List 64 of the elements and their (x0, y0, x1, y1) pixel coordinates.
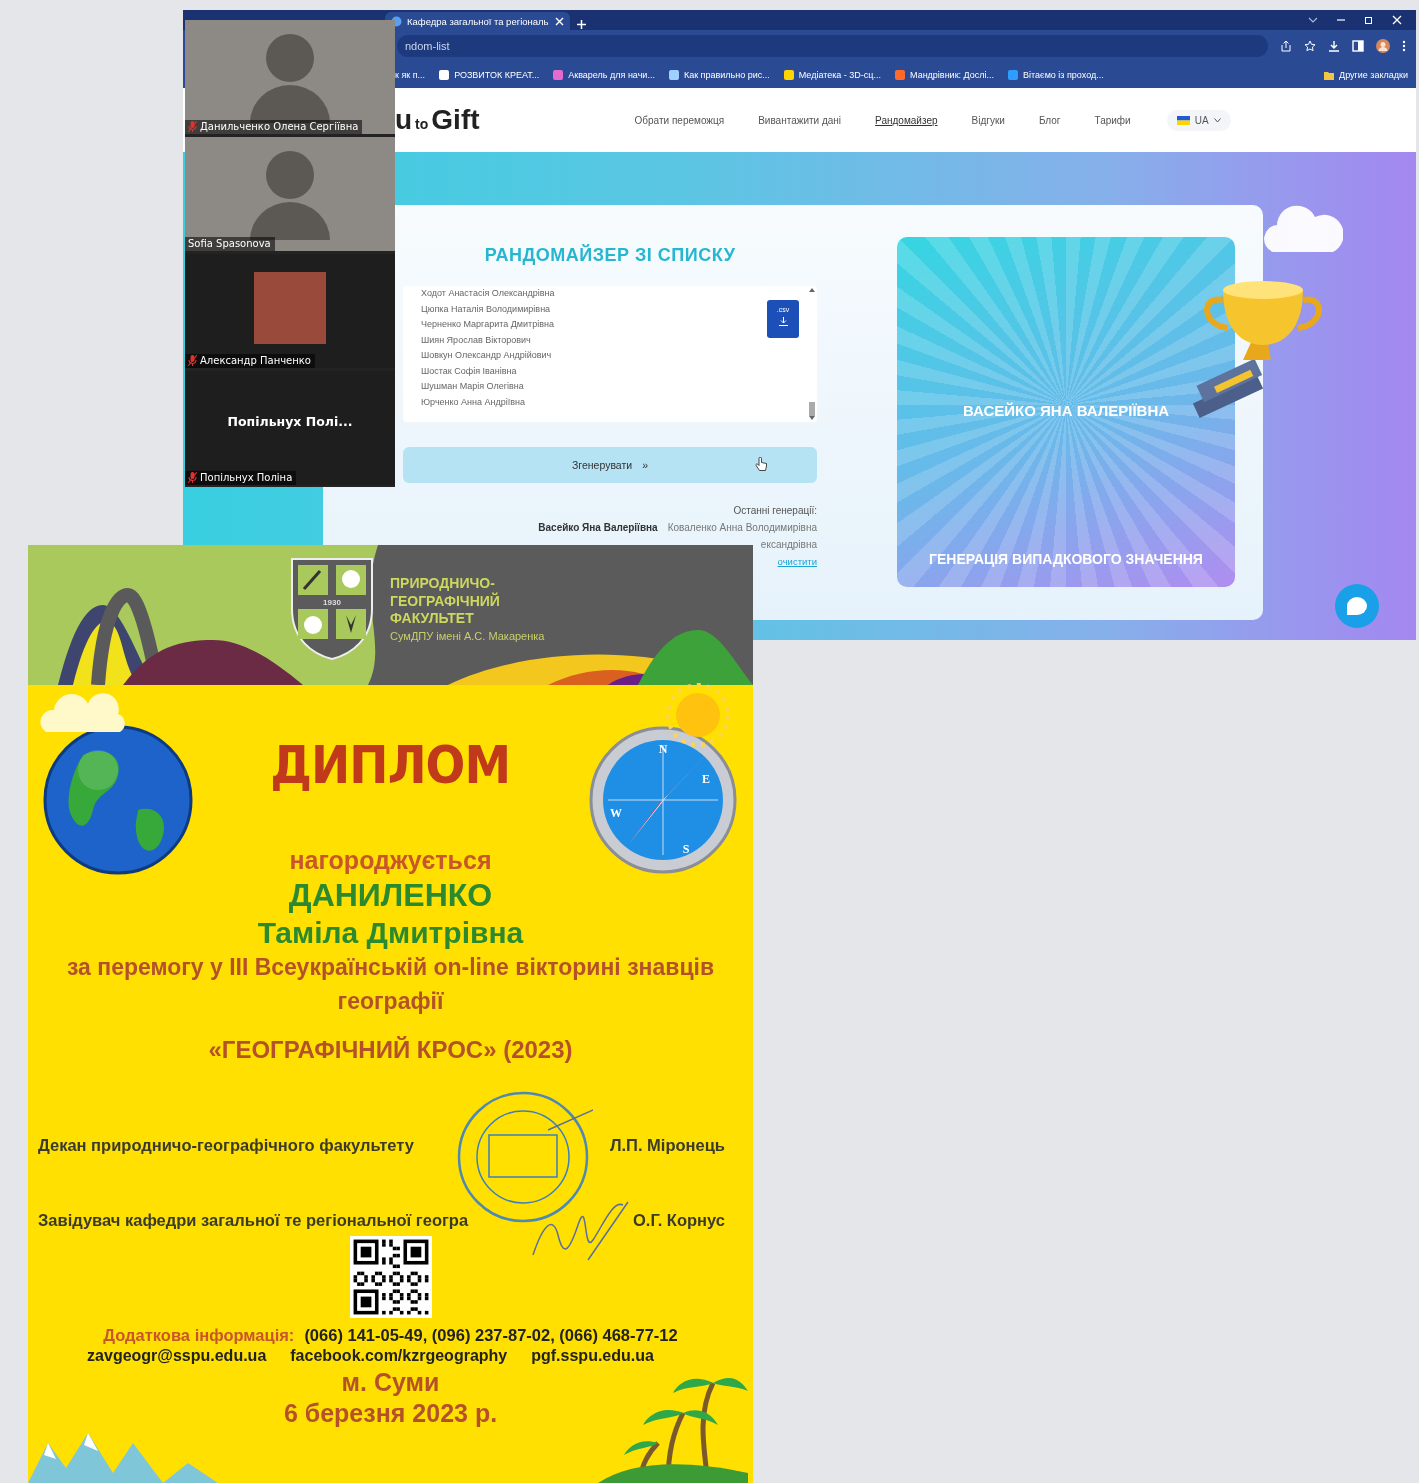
list-entry: Шиян Ярослав Вікторович (421, 333, 531, 347)
language-selector[interactable]: UA (1166, 109, 1231, 131)
signatory-name: Л.П. Міронець (609, 1136, 725, 1155)
bookmark[interactable]: к як п... (395, 70, 426, 80)
award-reason: за перемогу у ІІІ Всеукраїнській on-line вікторині знавців географії (65, 953, 716, 1016)
generate-button[interactable]: Згенерувати » (403, 447, 817, 483)
logo-text: to (415, 116, 429, 132)
diploma-title: ДИПЛОМ (270, 735, 511, 795)
bookmark[interactable]: РОЗВИТОК КРЕАТ... (439, 70, 540, 80)
university-name: СумДПУ імені А.С. Макаренка (390, 628, 545, 644)
recent-name: Васейко Яна Валеріївна (538, 522, 658, 533)
signatory-role: Завідувач кафедри загальної те регіональної геогра (38, 1211, 469, 1230)
logo-text: u (395, 104, 413, 136)
nav-link[interactable]: Блог (1038, 114, 1061, 126)
bookmark-folder[interactable]: Другие закладки (1324, 70, 1416, 80)
participant-name: Данильченко Олена Сергіївна (185, 120, 363, 134)
event-name: «ГЕОГРАФІЧНИЙ КРОС» (2023) (207, 1036, 574, 1064)
contacts-label: Додаткова інформація: (103, 1326, 295, 1345)
recent-label: Останні генерації: (733, 505, 817, 516)
nav-link[interactable]: Тарифи (1094, 114, 1131, 126)
city: м. Суми (340, 1369, 441, 1396)
bookmark[interactable]: Вітаємо із проход... (1008, 70, 1104, 80)
participant-name: Sofia Spasonova (185, 237, 275, 251)
faculty-name-line: ГЕОГРАФІЧНИЙ (390, 592, 501, 610)
awarded-line: нагороджується (289, 846, 492, 875)
address-bar[interactable]: ndom-list (397, 35, 1268, 57)
section-title: РАНДОМАЙЗЕР ЗІ СПИСКУ (483, 245, 737, 266)
participant-display-name: Попільнух Полі... (227, 413, 353, 429)
list-entry: Цюпка Наталія Володимирівна (421, 302, 551, 316)
participant-name: Александр Панченко (185, 354, 315, 368)
recent-name: ександрівна (760, 539, 817, 550)
compass-letter: E (702, 772, 710, 786)
recent-name: Коваленко Анна Володимирівна (667, 522, 817, 533)
crest-year: 1930 (323, 598, 341, 607)
phone-numbers: (066) 141-05-49, (096) 237-87-02, (066) 468-77-12 (304, 1326, 678, 1345)
faculty-name-line: ПРИРОДНИЧО- (390, 575, 496, 592)
list-entry: Шостак Софія Іванівна (421, 364, 517, 378)
nav-link[interactable]: Обрати переможця (634, 114, 725, 126)
signatory-role: Декан природничо-географічного факультету (38, 1136, 414, 1155)
list-entry: Юрченко Анна Андріївна (421, 395, 526, 409)
bookmark[interactable]: Как правильно рис... (668, 70, 770, 80)
bookmark[interactable]: Акварель для начи... (553, 70, 655, 80)
nav-link[interactable]: Вивантажити дані (758, 114, 842, 126)
award-date: 6 березня 2023 р. (282, 1400, 499, 1427)
faculty-name-line: ФАКУЛЬТЕТ (390, 610, 475, 628)
winner-name: ВАСЕЙКО ЯНА ВАЛЕРІЇВНА (962, 402, 1170, 419)
nav-link[interactable]: Рандомайзер (875, 114, 938, 126)
list-entry: Черненко Маргарита Дмитрівна (421, 318, 554, 331)
compass-letter: N (658, 742, 668, 756)
nav-link[interactable]: Відгуки (971, 114, 1005, 126)
recipient-surname: ДАНИЛЕНКО (287, 877, 494, 914)
browser-tab[interactable]: Кафедра загальної та регіональ (385, 12, 570, 30)
list-entry: Шушман Марія Олегівна (421, 380, 524, 393)
compass-letter: S (682, 842, 690, 856)
signatory-name: О.Г. Корнус (633, 1211, 725, 1230)
participant-name: Попільнух Поліна (185, 471, 297, 485)
bookmark[interactable]: Медіатека - 3D-сц... (783, 70, 882, 80)
recipient-given-names: Таміла Дмитрівна (256, 916, 525, 950)
logo-text: Gift (431, 104, 480, 136)
list-entry: Ходот Анастасія Олександрівна (421, 287, 555, 300)
compass-letter: W (610, 806, 622, 820)
list-entry: Шовкун Олександр Андрійович (421, 349, 552, 362)
bookmark[interactable]: Мандрівник: Дослі... (895, 70, 995, 80)
result-caption: ГЕНЕРАЦІЯ ВИПАДКОВОГО ЗНАЧЕННЯ (929, 551, 1203, 567)
